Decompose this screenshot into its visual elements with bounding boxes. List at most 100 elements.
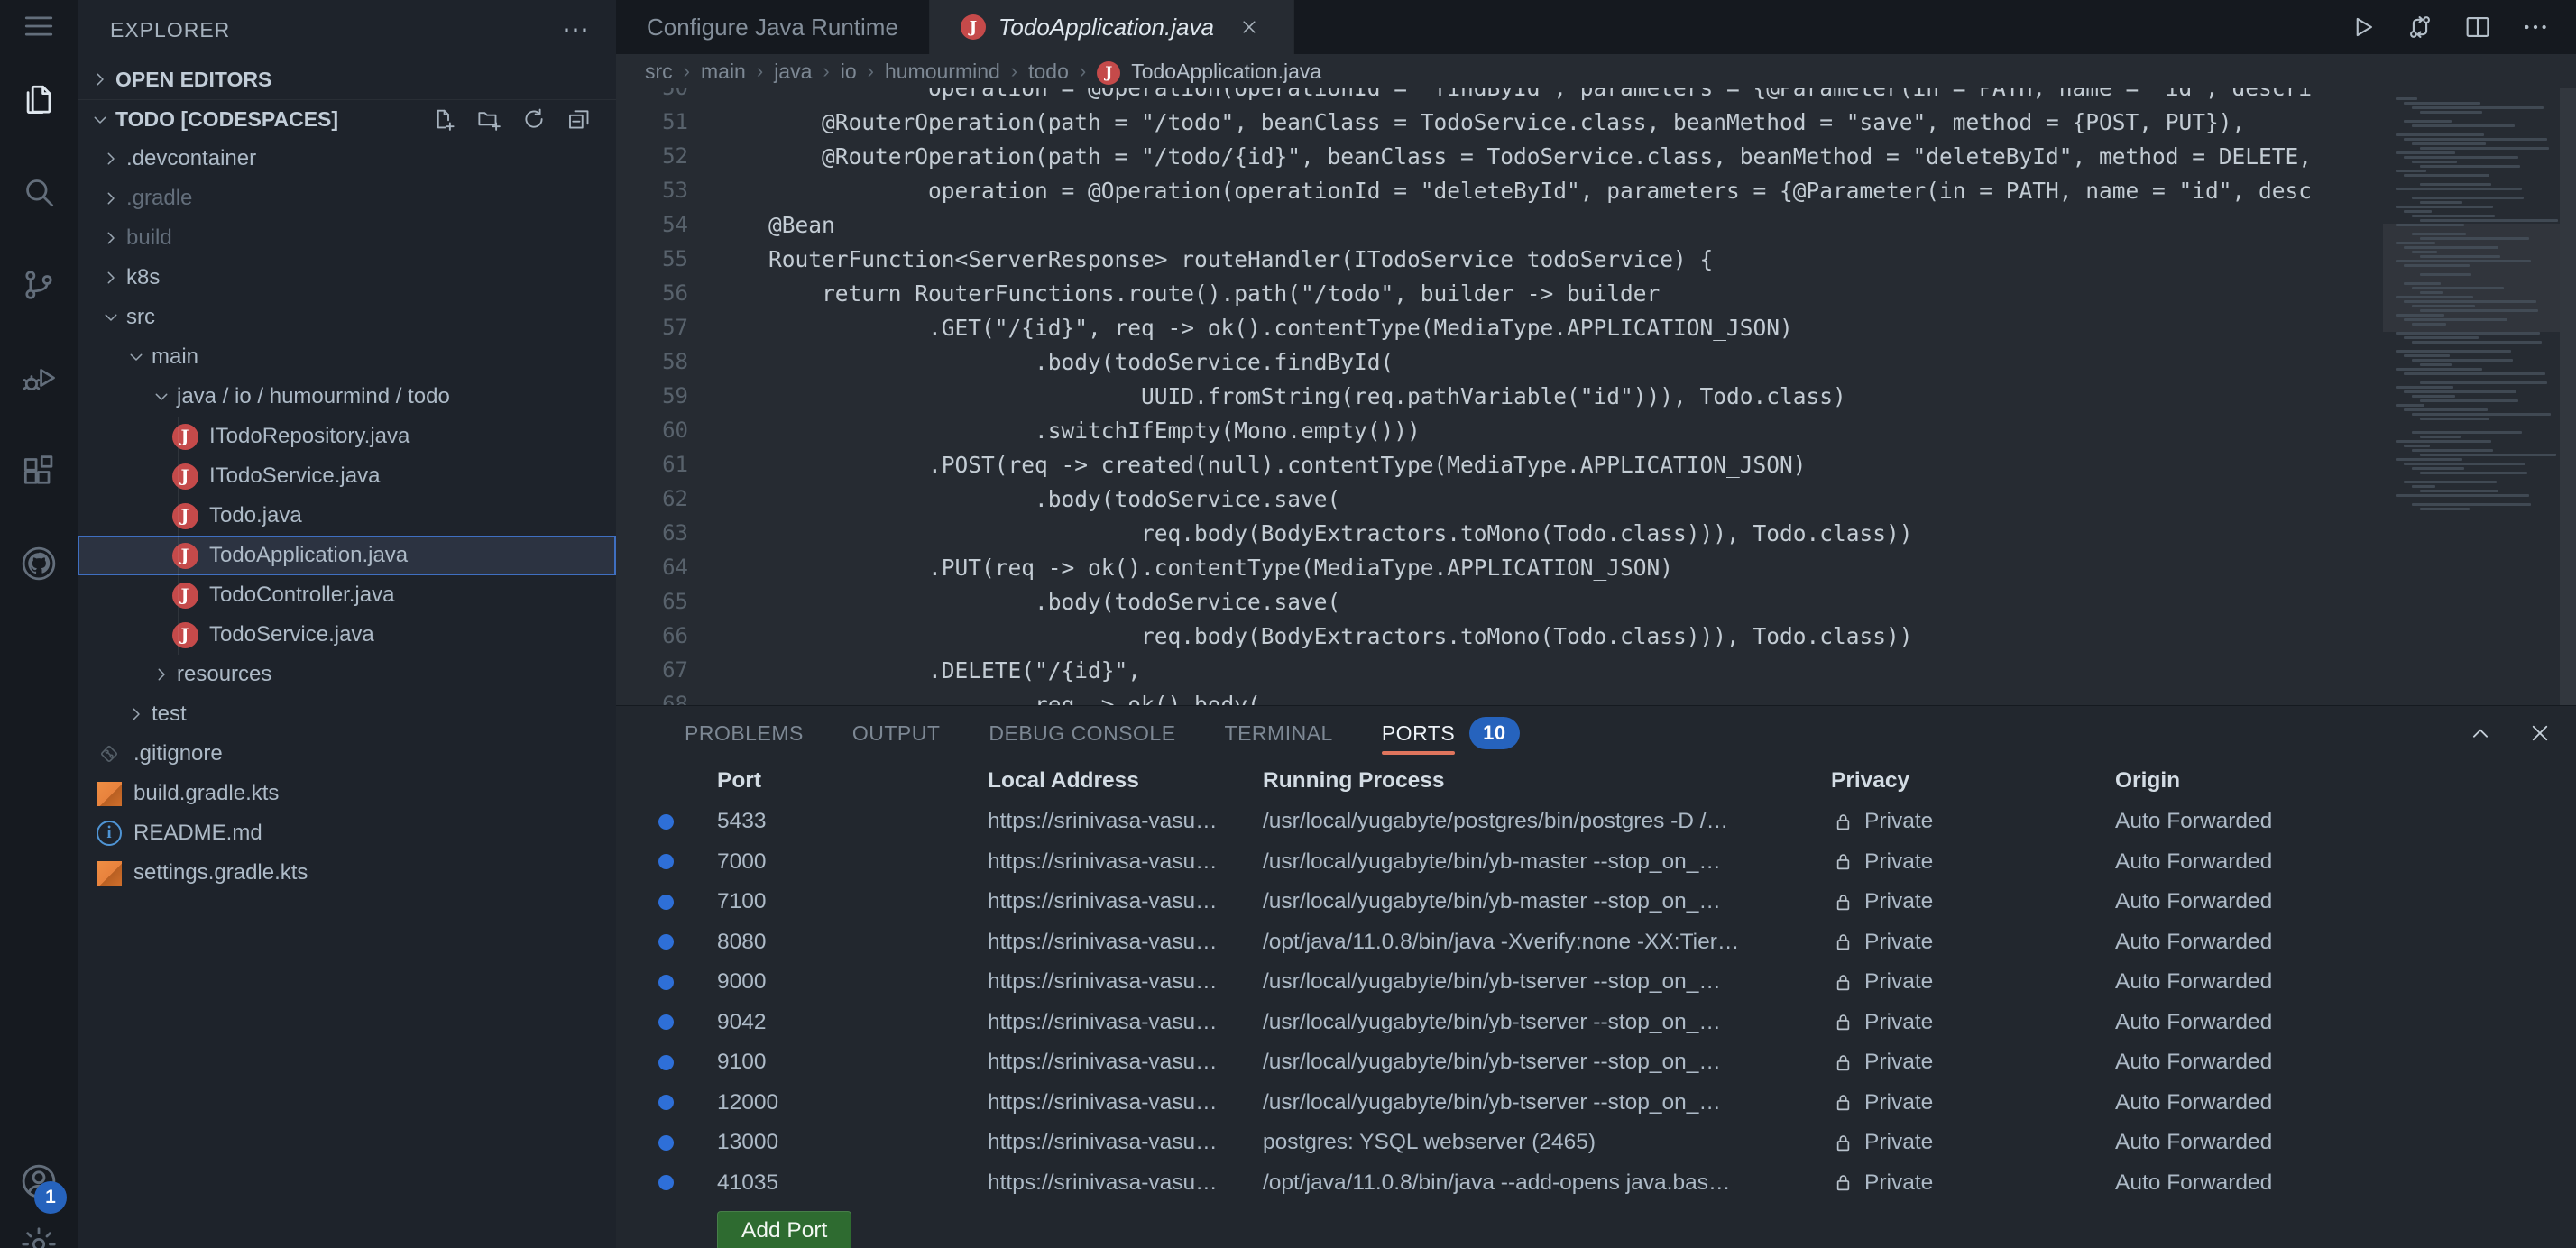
- close-icon[interactable]: [1236, 14, 1263, 41]
- port-row-41035[interactable]: 41035 https://srinivasa-vasu…/opt/java/11…: [616, 1163, 2576, 1204]
- port-local-address[interactable]: https://srinivasa-vasu…: [988, 1170, 1263, 1196]
- port-local-address[interactable]: https://srinivasa-vasu…: [988, 809, 1263, 834]
- code-line-61[interactable]: 61 .POST(req -> created(null).contentTyp…: [616, 447, 2383, 482]
- project-section[interactable]: TODO [CODESPACES]: [78, 99, 616, 139]
- new-file-icon[interactable]: [430, 106, 459, 134]
- code-line-60[interactable]: 60 .switchIfEmpty(Mono.empty())): [616, 413, 2383, 447]
- settings-gear-icon[interactable]: [0, 1225, 78, 1248]
- tree-item--devcontainer[interactable]: .devcontainer: [78, 139, 616, 179]
- breadcrumb-item[interactable]: io: [841, 60, 857, 84]
- port-number[interactable]: 12000: [717, 1090, 988, 1115]
- tree-item-resources[interactable]: resources: [78, 655, 616, 694]
- tree-item-main[interactable]: main: [78, 337, 616, 377]
- panel-tab-debug-console[interactable]: DEBUG CONSOLE: [989, 706, 1175, 760]
- tree-item-todocontroller-java[interactable]: J TodoController.java: [78, 575, 616, 615]
- port-local-address[interactable]: https://srinivasa-vasu…: [988, 930, 1263, 955]
- new-folder-icon[interactable]: [475, 106, 504, 134]
- code-line-67[interactable]: 67 .DELETE("/{id}",: [616, 653, 2383, 687]
- port-row-9100[interactable]: 9100 https://srinivasa-vasu…/usr/local/yu…: [616, 1042, 2576, 1083]
- sidebar-more-icon[interactable]: ⋯: [562, 14, 591, 46]
- tree-item-settings-gradle-kts[interactable]: settings.gradle.kts: [78, 853, 616, 893]
- port-row-7100[interactable]: 7100 https://srinivasa-vasu…/usr/local/yu…: [616, 882, 2576, 922]
- close-panel-icon[interactable]: [2524, 717, 2556, 749]
- account-button[interactable]: 1: [0, 1142, 78, 1225]
- extensions-icon[interactable]: [0, 424, 78, 517]
- code-line-66[interactable]: 66 req.body(BodyExtractors.toMono(Todo.c…: [616, 619, 2383, 653]
- port-row-8080[interactable]: 8080 https://srinivasa-vasu…/opt/java/11.…: [616, 922, 2576, 963]
- run-icon[interactable]: [2345, 10, 2379, 44]
- panel-tab-problems[interactable]: PROBLEMS: [685, 706, 804, 760]
- port-local-address[interactable]: https://srinivasa-vasu…: [988, 969, 1263, 995]
- explorer-icon[interactable]: [0, 52, 78, 145]
- port-row-9000[interactable]: 9000 https://srinivasa-vasu…/usr/local/yu…: [616, 962, 2576, 1003]
- tab-todoapplication-java[interactable]: J TodoApplication.java: [929, 0, 1294, 54]
- minimap[interactable]: [2383, 88, 2560, 705]
- breadcrumb-item[interactable]: todo: [1028, 60, 1069, 84]
- port-number[interactable]: 5433: [717, 809, 988, 834]
- code-line-51[interactable]: 51 @RouterOperation(path = "/todo", bean…: [616, 105, 2383, 139]
- port-privacy[interactable]: Private: [1831, 1170, 2115, 1196]
- port-number[interactable]: 8080: [717, 930, 988, 955]
- port-privacy[interactable]: Private: [1831, 1090, 2115, 1115]
- code-line-65[interactable]: 65 .body(todoService.save(: [616, 584, 2383, 619]
- port-row-7000[interactable]: 7000 https://srinivasa-vasu…/usr/local/yu…: [616, 842, 2576, 883]
- tree-item-readme-md[interactable]: i README.md: [78, 813, 616, 853]
- port-row-12000[interactable]: 12000 https://srinivasa-vasu…/usr/local/y…: [616, 1083, 2576, 1124]
- breadcrumb-item[interactable]: src: [645, 60, 673, 84]
- port-privacy[interactable]: Private: [1831, 849, 2115, 875]
- port-number[interactable]: 13000: [717, 1130, 988, 1155]
- code-line-57[interactable]: 57 .GET("/{id}", req -> ok().contentType…: [616, 310, 2383, 344]
- breadcrumb-item[interactable]: main: [701, 60, 746, 84]
- tree-item-itodoservice-java[interactable]: J ITodoService.java: [78, 456, 616, 496]
- code-line-62[interactable]: 62 .body(todoService.save(: [616, 482, 2383, 516]
- breadcrumb-file[interactable]: TodoApplication.java: [1131, 60, 1321, 84]
- code-line-56[interactable]: 56 return RouterFunctions.route().path("…: [616, 276, 2383, 310]
- collapse-all-icon[interactable]: [566, 106, 594, 134]
- port-privacy[interactable]: Private: [1831, 1130, 2115, 1155]
- more-actions-icon[interactable]: [2518, 10, 2553, 44]
- open-editors-section[interactable]: OPEN EDITORS: [78, 60, 616, 99]
- port-privacy[interactable]: Private: [1831, 1010, 2115, 1035]
- tree-item--gitignore[interactable]: .gitignore: [78, 734, 616, 774]
- code-line-55[interactable]: 55 RouterFunction<ServerResponse> routeH…: [616, 242, 2383, 276]
- port-privacy[interactable]: Private: [1831, 809, 2115, 834]
- port-number[interactable]: 9042: [717, 1010, 988, 1035]
- code-line-58[interactable]: 58 .body(todoService.findById(: [616, 344, 2383, 379]
- port-number[interactable]: 7000: [717, 849, 988, 875]
- tree-item-java-io-humourmind-todo[interactable]: java / io / humourmind / todo: [78, 377, 616, 417]
- port-number[interactable]: 41035: [717, 1170, 988, 1196]
- code-line-64[interactable]: 64 .PUT(req -> ok().contentType(MediaTyp…: [616, 550, 2383, 584]
- tree-item-k8s[interactable]: k8s: [78, 258, 616, 298]
- add-port-button[interactable]: Add Port: [717, 1211, 852, 1248]
- tree-item-todoservice-java[interactable]: J TodoService.java: [78, 615, 616, 655]
- breadcrumb-item[interactable]: java: [774, 60, 812, 84]
- run-debug-icon[interactable]: [0, 331, 78, 424]
- editor-scrollbar[interactable]: [2560, 88, 2576, 705]
- panel-tab-ports[interactable]: PORTS 10: [1381, 706, 1520, 760]
- code-line-63[interactable]: 63 req.body(BodyExtractors.toMono(Todo.c…: [616, 516, 2383, 550]
- port-local-address[interactable]: https://srinivasa-vasu…: [988, 1010, 1263, 1035]
- github-icon[interactable]: [0, 517, 78, 610]
- port-local-address[interactable]: https://srinivasa-vasu…: [988, 1050, 1263, 1075]
- refresh-icon[interactable]: [520, 106, 549, 134]
- code-line-50[interactable]: 50 operation = @Operation(operationId = …: [616, 88, 2383, 105]
- tree-item-todoapplication-java[interactable]: J TodoApplication.java: [78, 536, 616, 575]
- menu-icon[interactable]: [0, 0, 78, 52]
- port-privacy[interactable]: Private: [1831, 930, 2115, 955]
- port-number[interactable]: 7100: [717, 889, 988, 914]
- tree-item-itodorepository-java[interactable]: J ITodoRepository.java: [78, 417, 616, 456]
- port-row-5433[interactable]: 5433 https://srinivasa-vasu…/usr/local/yu…: [616, 802, 2576, 842]
- tree-item-test[interactable]: test: [78, 694, 616, 734]
- tab-configure-java-runtime[interactable]: Configure Java Runtime: [616, 0, 930, 54]
- port-number[interactable]: 9100: [717, 1050, 988, 1075]
- tree-item-build[interactable]: build: [78, 218, 616, 258]
- search-icon[interactable]: [0, 145, 78, 238]
- port-local-address[interactable]: https://srinivasa-vasu…: [988, 1090, 1263, 1115]
- port-privacy[interactable]: Private: [1831, 889, 2115, 914]
- compare-changes-icon[interactable]: [2403, 10, 2437, 44]
- tree-item-todo-java[interactable]: J Todo.java: [78, 496, 616, 536]
- port-row-13000[interactable]: 13000 https://srinivasa-vasu… postgres: YS…: [616, 1123, 2576, 1163]
- port-number[interactable]: 9000: [717, 969, 988, 995]
- port-local-address[interactable]: https://srinivasa-vasu…: [988, 889, 1263, 914]
- split-editor-icon[interactable]: [2461, 10, 2495, 44]
